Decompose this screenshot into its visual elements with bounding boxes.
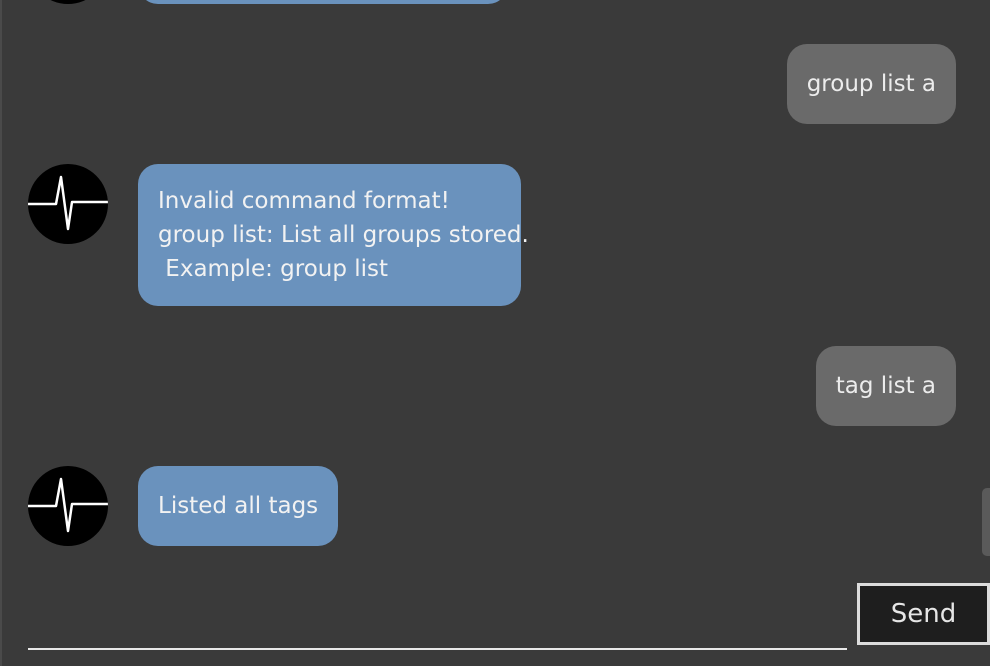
bot-message-bubble [138, 0, 508, 4]
heartbeat-pulse-icon [28, 0, 108, 4]
chat-window: group list a Invalid command format! gro… [0, 0, 990, 666]
user-message-bubble: group list a [786, 44, 956, 124]
heartbeat-pulse-icon [28, 175, 108, 231]
bot-avatar [28, 0, 108, 4]
message-text-line: Invalid command format! [158, 188, 450, 214]
bot-avatar [28, 466, 108, 546]
bot-message-bubble: Invalid command format! group list: List… [138, 164, 529, 306]
message-text-line: Listed all tags [158, 493, 319, 519]
heartbeat-pulse-icon [28, 477, 108, 533]
user-message-bubble: tag list a [815, 346, 956, 426]
command-input[interactable] [28, 590, 847, 648]
bot-avatar [28, 164, 108, 244]
bot-message-bubble: Listed all tags [138, 466, 339, 546]
message-text-line: Example: group list [158, 256, 389, 282]
message-text-line: group list: List all groups stored. [158, 222, 529, 248]
scrollbar-thumb[interactable] [982, 488, 990, 556]
command-input-wrapper [28, 590, 847, 650]
send-button[interactable]: Send [857, 583, 990, 645]
message-list[interactable]: group list a Invalid command format! gro… [2, 0, 990, 575]
